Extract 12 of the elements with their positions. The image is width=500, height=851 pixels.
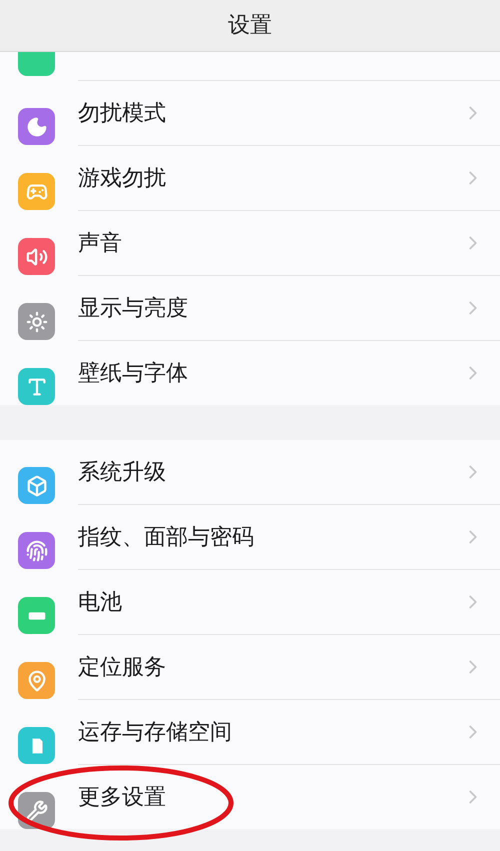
setting-label[interactable]: 声音 [78, 226, 462, 260]
setting-label[interactable]: 显示与亮度 [78, 292, 462, 324]
setting-label[interactable]: 定位服务 [78, 650, 462, 684]
setting-label[interactable]: 电池 [78, 586, 462, 618]
setting-label[interactable]: 运存与存储空间 [78, 716, 462, 748]
setting-label[interactable]: 更多设置 [78, 780, 462, 814]
setting-label[interactable]: 系统升级 [78, 456, 462, 488]
page-title: 设置 [228, 12, 272, 40]
setting-label[interactable]: 勿扰模式 [78, 96, 462, 130]
setting-label[interactable]: 壁纸与字体 [78, 356, 462, 390]
setting-label[interactable]: 游戏勿扰 [78, 162, 462, 194]
setting-label[interactable]: 指纹、面部与密码 [78, 520, 462, 554]
